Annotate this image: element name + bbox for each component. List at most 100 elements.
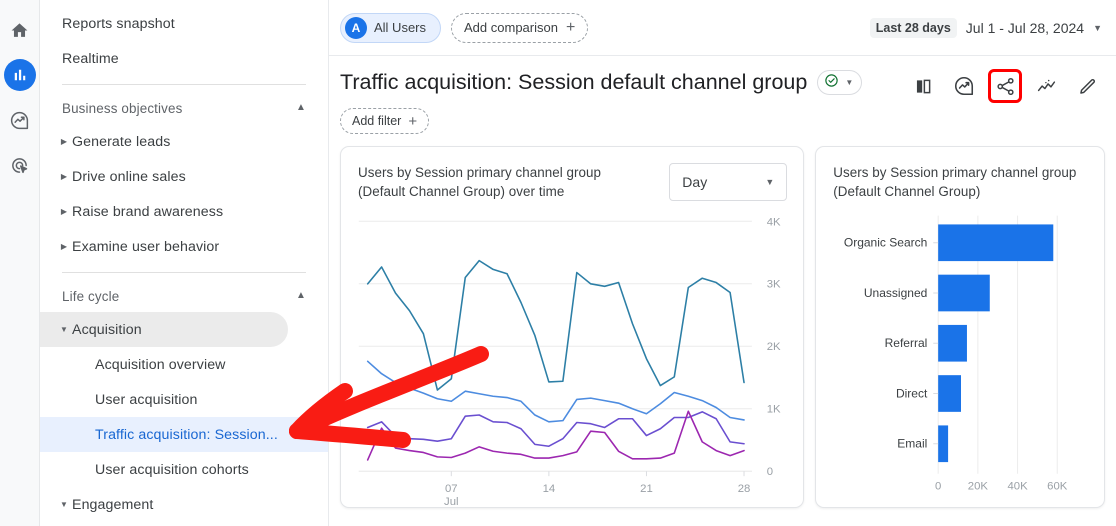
sidebar-item-acquisition-overview[interactable]: Acquisition overview — [40, 347, 328, 382]
plus-icon: + — [408, 112, 418, 130]
explore-trend-icon — [9, 110, 30, 131]
date-range-selector[interactable]: Last 28 days Jul 1 - Jul 28, 2024 ▼ — [869, 17, 1102, 38]
sidebar-section-business-objectives[interactable]: Business objectives ▲ — [40, 92, 328, 124]
bar-chart-card: Users by Session primary channel group (… — [815, 146, 1105, 508]
svg-text:40K: 40K — [1008, 481, 1029, 493]
share-icon[interactable] — [988, 69, 1022, 103]
sidebar-item-label: Examine user behavior — [72, 238, 220, 255]
svg-text:Organic Search: Organic Search — [844, 236, 927, 250]
sidebar-item-label: User acquisition cohorts — [95, 461, 249, 478]
sidebar-item-label: User acquisition — [95, 391, 198, 408]
sidebar-item-raise-brand-awareness[interactable]: ▶ Raise brand awareness — [40, 194, 288, 229]
svg-text:14: 14 — [543, 483, 556, 495]
chevron-down-icon: ▼ — [59, 500, 69, 509]
report-header: Traffic acquisition: Session default cha… — [329, 56, 1116, 103]
page-title: Traffic acquisition: Session default cha… — [340, 70, 808, 94]
report-toolbar — [908, 69, 1102, 103]
svg-text:60K: 60K — [1047, 481, 1068, 493]
svg-text:07: 07 — [445, 483, 458, 495]
add-filter-label: Add filter — [352, 114, 402, 128]
report-status-badge[interactable]: ▼ — [817, 70, 863, 95]
sidebar-item-traffic-acquisition[interactable]: Traffic acquisition: Session... — [40, 417, 328, 452]
left-icon-rail — [0, 0, 40, 526]
chevron-right-icon: ▶ — [60, 137, 68, 146]
chevron-down-icon[interactable]: ▼ — [1093, 23, 1102, 33]
add-comparison-button[interactable]: Add comparison + — [451, 12, 589, 43]
granularity-select[interactable]: Day ▼ — [669, 163, 788, 201]
chevron-down-icon[interactable]: ▼ — [845, 78, 853, 87]
bar-chart-title: Users by Session primary channel group (… — [833, 165, 1077, 200]
sidebar-item-user-acquisition-cohorts[interactable]: User acquisition cohorts — [40, 452, 328, 487]
edit-pencil-icon[interactable] — [1072, 71, 1102, 101]
sidebar-item-label: Raise brand awareness — [72, 203, 224, 220]
plus-icon: + — [565, 18, 576, 36]
svg-text:28: 28 — [738, 483, 751, 495]
line-chart-header: Users by Session primary channel group (… — [341, 147, 803, 201]
sidebar-item-label: Traffic acquisition: Session... — [95, 426, 278, 443]
avatar: A — [345, 16, 367, 39]
rail-item-advertising[interactable] — [4, 149, 36, 181]
date-range-text[interactable]: Jul 1 - Jul 28, 2024 — [966, 20, 1084, 36]
svg-text:0: 0 — [767, 466, 773, 478]
home-icon — [10, 21, 29, 40]
sidebar-item-reports-snapshot[interactable]: Reports snapshot — [40, 6, 328, 41]
sidebar-item-acquisition[interactable]: ▼ Acquisition — [40, 312, 288, 347]
granularity-value: Day — [682, 174, 708, 190]
sidebar-item-generate-leads[interactable]: ▶ Generate leads — [40, 124, 288, 159]
chevron-right-icon: ▶ — [60, 242, 68, 251]
svg-text:Direct: Direct — [896, 386, 928, 400]
sidebar-section-life-cycle[interactable]: Life cycle ▲ — [40, 280, 328, 312]
chevron-up-icon[interactable]: ▲ — [296, 102, 306, 113]
svg-text:20K: 20K — [968, 481, 989, 493]
svg-text:3K: 3K — [767, 279, 781, 291]
chevron-up-icon[interactable]: ▲ — [296, 290, 306, 301]
chevron-down-icon[interactable]: ▼ — [765, 177, 774, 187]
sidebar-divider — [62, 272, 306, 273]
sidebar-item-engagement[interactable]: ▼ Engagement — [40, 487, 288, 522]
sidebar-item-label: Realtime — [62, 50, 119, 67]
sidebar-item-realtime[interactable]: Realtime — [40, 41, 328, 76]
main-content: A All Users Add comparison + Last 28 day… — [329, 0, 1116, 526]
insights-icon[interactable] — [949, 71, 979, 101]
advertising-target-icon — [9, 155, 30, 176]
svg-text:Unassigned: Unassigned — [864, 286, 927, 300]
sidebar-item-label: Reports snapshot — [62, 15, 175, 32]
svg-text:Jul: Jul — [444, 496, 459, 507]
report-title-group: Traffic acquisition: Session default cha… — [340, 70, 863, 95]
svg-text:4K: 4K — [767, 216, 781, 228]
svg-text:21: 21 — [640, 483, 653, 495]
date-preset-badge: Last 28 days — [869, 17, 957, 38]
svg-text:0: 0 — [935, 481, 941, 493]
sidebar-divider — [62, 84, 306, 85]
add-comparison-label: Add comparison — [464, 20, 558, 35]
filter-row: Add filter + — [329, 101, 1116, 134]
rail-item-home[interactable] — [4, 14, 36, 46]
report-cards: Users by Session primary channel group (… — [329, 134, 1116, 508]
sidebar-item-label: Acquisition — [72, 321, 142, 338]
check-circle-icon — [824, 73, 839, 93]
sidebar-item-label: Drive online sales — [72, 168, 186, 185]
svg-text:2K: 2K — [767, 341, 781, 353]
sidebar-item-label: Engagement — [72, 496, 154, 513]
line-chart-card: Users by Session primary channel group (… — [340, 146, 805, 508]
chevron-right-icon: ▶ — [60, 207, 68, 216]
add-filter-button[interactable]: Add filter + — [340, 108, 430, 134]
compare-icon[interactable] — [908, 71, 938, 101]
comparison-chips: A All Users Add comparison + — [340, 12, 589, 43]
rail-item-explore[interactable] — [4, 104, 36, 136]
report-topbar: A All Users Add comparison + Last 28 day… — [329, 0, 1116, 56]
rail-item-reports[interactable] — [3, 59, 36, 91]
sidebar-item-user-acquisition[interactable]: User acquisition — [40, 382, 328, 417]
chevron-right-icon: ▶ — [60, 172, 68, 181]
line-chart-title: Users by Session primary channel group (… — [358, 165, 602, 200]
sidebar-item-label: Generate leads — [72, 133, 171, 150]
sidebar-item-examine-user-behavior[interactable]: ▶ Examine user behavior — [40, 229, 288, 264]
chevron-down-icon: ▼ — [59, 325, 69, 334]
sidebar-section-label: Life cycle — [62, 288, 120, 304]
sidebar-item-drive-online-sales[interactable]: ▶ Drive online sales — [40, 159, 288, 194]
analytics-app: Reports snapshot Realtime Business objec… — [0, 0, 1116, 526]
trend-chart-icon[interactable] — [1031, 71, 1061, 101]
audience-chip-all-users[interactable]: A All Users — [340, 12, 442, 43]
audience-chip-label: All Users — [374, 20, 427, 35]
sidebar-section-label: Business objectives — [62, 100, 183, 116]
